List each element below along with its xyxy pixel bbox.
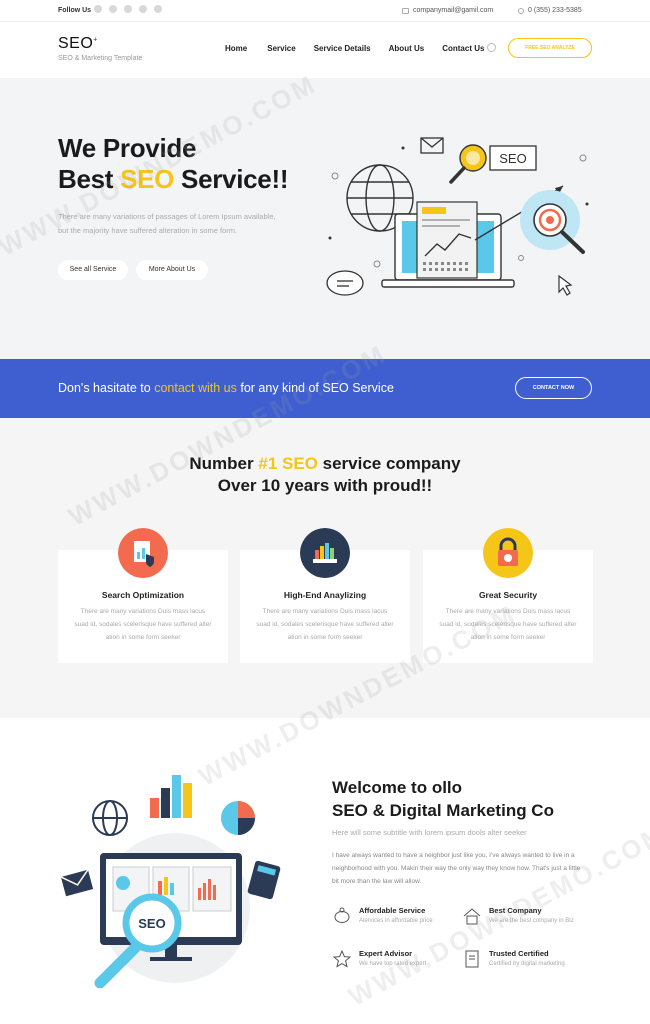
- bar-chart-icon: [150, 775, 192, 818]
- globe-icon: [92, 800, 128, 836]
- search-icon[interactable]: [487, 43, 496, 52]
- welcome-body: I have always wanted to have a neighbor …: [332, 852, 581, 885]
- logo[interactable]: SEO+: [58, 35, 98, 53]
- feature-affordable-service: Affordable Service Alervices in affordab…: [332, 906, 457, 936]
- feature-best-company: Best Company We are the best company in …: [462, 906, 587, 936]
- follow-us-label: Follow Us: [58, 7, 92, 14]
- phone-icon: [518, 7, 524, 14]
- service-card-high-end-analyzing[interactable]: High-End Anaylizing There are many varia…: [240, 528, 410, 663]
- svg-text:SEO: SEO: [499, 151, 526, 166]
- welcome-title: Welcome to ollo: [332, 778, 463, 797]
- welcome-section: SEO Welcome to ollo SEO & Digital Market…: [0, 718, 650, 1024]
- hero-title-highlight: SEO: [120, 164, 175, 194]
- magnifier-icon: [449, 144, 487, 184]
- linkedin-icon[interactable]: [124, 5, 132, 13]
- social-links: [94, 5, 162, 13]
- more-about-us-button[interactable]: More About Us: [136, 260, 208, 280]
- nav-service[interactable]: Service: [267, 44, 295, 53]
- service-card-search-optimization[interactable]: Search Optimization There are many varia…: [58, 528, 228, 663]
- nav-contact-us[interactable]: Contact Us: [442, 44, 484, 53]
- free-seo-analyze-button[interactable]: FREE SEO ANALYZE: [508, 38, 592, 58]
- twitter-icon[interactable]: [109, 5, 117, 13]
- feature-title: Affordable Service: [359, 906, 426, 915]
- star-icon: [332, 949, 352, 968]
- logo-tagline: SEO & Marketing Template: [58, 55, 143, 62]
- feature-trusted-certified: Trusted Certified Certified by digital m…: [462, 949, 587, 979]
- email-text: companymail@gamil.com: [413, 7, 494, 14]
- feature-title: Expert Advisor: [359, 949, 413, 958]
- feature-desc: Certified by digital marketing: [489, 961, 565, 967]
- feature-desc: Alervices in affordable price: [359, 918, 433, 924]
- pinterest-icon[interactable]: [154, 5, 162, 13]
- document-icon: [465, 950, 479, 968]
- site-header: SEO+ SEO & Marketing Template Home Servi…: [0, 22, 650, 78]
- contact-now-button[interactable]: CONTACT NOW: [515, 377, 592, 399]
- top-bar: Follow Us companymail@gamil.com 0 (355) …: [0, 0, 650, 22]
- facebook-icon[interactable]: [94, 5, 102, 13]
- pie-chart-icon: [221, 801, 255, 835]
- calculator-icon: [247, 860, 281, 900]
- see-all-service-button[interactable]: See all Service: [58, 260, 128, 280]
- card-title: High-End Anaylizing: [283, 590, 367, 600]
- cursor-icon: [558, 274, 573, 296]
- envelope-icon: [420, 137, 444, 154]
- nav-service-details[interactable]: Service Details: [314, 44, 371, 53]
- mail-icon: [402, 7, 409, 14]
- contact-email[interactable]: companymail@gamil.com: [402, 7, 493, 14]
- search-optimization-icon: [118, 528, 168, 578]
- vimeo-icon[interactable]: [139, 5, 147, 13]
- hero-lead: There are many variations of passages of…: [58, 212, 276, 235]
- welcome-subtitle: Here will some subtitle with lorem ipsum…: [332, 828, 527, 837]
- hero-title: We Provide Best SEO Service!!: [58, 133, 289, 194]
- laptop-icon: [381, 201, 515, 288]
- feature-title: Best Company: [489, 906, 542, 915]
- logo-mark: +: [93, 36, 98, 44]
- home-icon: [463, 908, 481, 925]
- chat-bubble-icon: [326, 270, 364, 296]
- welcome-title-line2: SEO & Digital Marketing Co: [332, 801, 554, 820]
- hero-illustration: SEO: [326, 137, 589, 296]
- services-title: Number #1 SEO service company: [189, 454, 461, 473]
- services-section: Number #1 SEO service company Over 10 ye…: [0, 418, 650, 718]
- feature-expert-advisor: Expert Advisor We have top rated expert: [332, 949, 457, 979]
- card-description: There are many variations Duis mass lacu…: [439, 608, 577, 641]
- feature-title: Trusted Certified: [489, 949, 549, 958]
- welcome-illustration: SEO: [60, 775, 281, 988]
- card-description: There are many variations Duis mass lacu…: [256, 608, 394, 641]
- contact-phone[interactable]: 0 (355) 233-5385: [518, 7, 582, 14]
- analytics-icon: [300, 528, 350, 578]
- service-card-great-security[interactable]: Great Security There are many variations…: [423, 528, 593, 663]
- card-description: There are many variations Duis mass lacu…: [74, 608, 212, 641]
- seo-tag-icon: SEO: [489, 145, 537, 171]
- envelope-icon: [60, 869, 94, 897]
- hero-section: We Provide Best SEO Service!! There are …: [0, 78, 650, 359]
- cta-link[interactable]: contact with us: [154, 381, 237, 395]
- nav-home[interactable]: Home: [225, 44, 247, 53]
- feature-desc: We have top rated expert: [359, 961, 427, 967]
- card-title: Search Optimization: [101, 590, 185, 600]
- cta-message: Don's hasitate to contact with us for an…: [58, 381, 394, 395]
- target-icon: [520, 190, 585, 254]
- card-title: Great Security: [478, 590, 538, 600]
- contact-cta-band: Don's hasitate to contact with us for an…: [0, 359, 650, 418]
- feature-desc: We are the best company in Biz: [489, 918, 574, 924]
- piggy-bank-icon: [334, 907, 350, 923]
- main-nav: Home Service Service Details About Us Co…: [225, 44, 484, 53]
- services-title-line2: Over 10 years with proud!!: [217, 476, 433, 495]
- svg-text:SEO: SEO: [138, 916, 165, 931]
- nav-about-us[interactable]: About Us: [389, 44, 425, 53]
- phone-text: 0 (355) 233-5385: [528, 7, 582, 14]
- security-lock-icon: [483, 528, 533, 578]
